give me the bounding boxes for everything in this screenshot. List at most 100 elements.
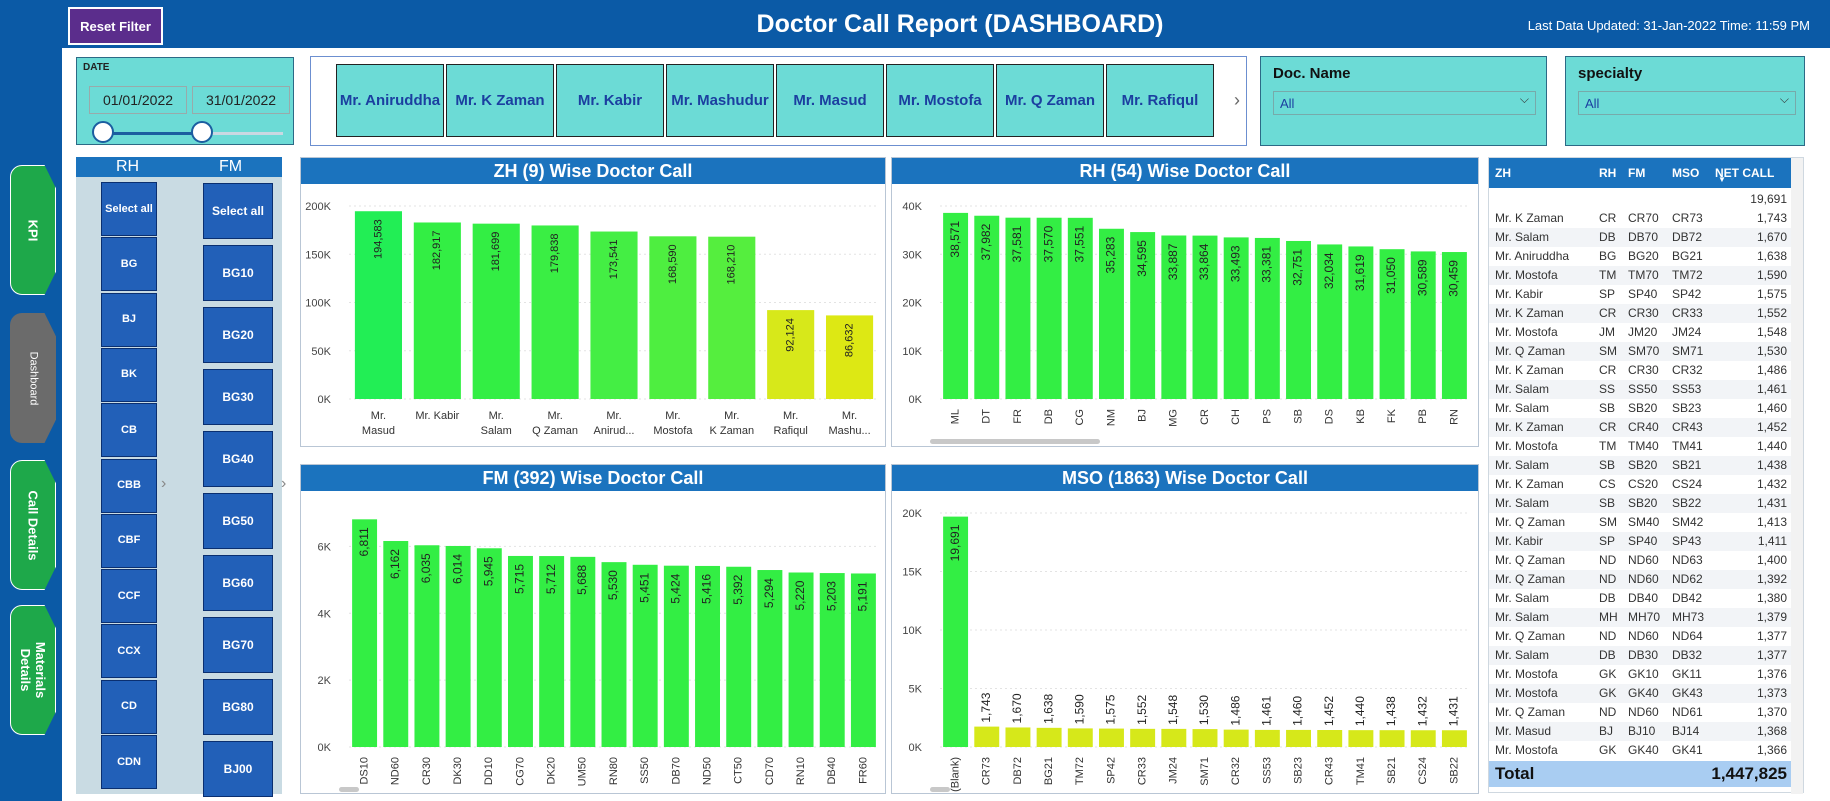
table-row[interactable]: Mr. Mostofa JM JM20 JM24 1,548 bbox=[1489, 323, 1791, 342]
table-row[interactable]: Mr. Mostofa TM TM70 TM72 1,590 bbox=[1489, 266, 1791, 285]
zh-button[interactable]: Mr. Mashudur bbox=[666, 64, 774, 137]
fm-slicer-item[interactable]: Select all bbox=[203, 183, 273, 239]
table-row[interactable]: Mr. Salam DB DB40 DB42 1,380 bbox=[1489, 589, 1791, 608]
nav-tab-materials-details[interactable]: Materials Details bbox=[10, 605, 56, 735]
fm-slicer-item[interactable]: BG30 bbox=[203, 369, 273, 425]
bar[interactable] bbox=[1441, 730, 1467, 747]
table-row[interactable]: Mr. Salam DB DB70 DB72 1,670 bbox=[1489, 228, 1791, 247]
rh-slicer-item[interactable]: BK bbox=[101, 347, 157, 402]
table-row[interactable]: Mr. Q Zaman SM SM40 SM42 1,413 bbox=[1489, 513, 1791, 532]
chart-scrollbar[interactable] bbox=[339, 787, 359, 792]
doc-name-dropdown[interactable]: All ⌵ bbox=[1273, 91, 1536, 115]
bar[interactable] bbox=[1036, 727, 1062, 747]
nav-tab-call-details[interactable]: Call Details bbox=[10, 460, 56, 590]
table-row[interactable]: Mr. Mostofa GK GK40 GK43 1,373 bbox=[1489, 684, 1791, 703]
bar[interactable] bbox=[974, 726, 1000, 747]
rh-slicer-item[interactable]: CDN bbox=[101, 735, 157, 789]
reset-filter-button[interactable]: Reset Filter bbox=[68, 7, 163, 45]
zh-button[interactable]: Mr. Kabir bbox=[556, 64, 664, 137]
fm-slicer-item[interactable]: BG80 bbox=[203, 679, 273, 735]
bar[interactable] bbox=[1130, 728, 1156, 747]
chevron-right-icon[interactable]: › bbox=[161, 475, 166, 493]
table-row[interactable]: Mr. K Zaman CR CR70 CR73 1,743 bbox=[1489, 209, 1791, 228]
nav-tab-dashboard[interactable]: Dashboard bbox=[10, 313, 56, 443]
fm-slicer-item[interactable]: BG50 bbox=[203, 493, 273, 549]
bar[interactable] bbox=[1067, 728, 1093, 747]
fm-slicer-item[interactable]: BG20 bbox=[203, 307, 273, 363]
bar[interactable] bbox=[1161, 728, 1187, 747]
zh-button[interactable]: Mr. Q Zaman bbox=[996, 64, 1104, 137]
fm-slicer-item[interactable]: BG60 bbox=[203, 555, 273, 611]
table-scrollbar[interactable] bbox=[1791, 158, 1803, 794]
date-start-handle[interactable] bbox=[92, 121, 114, 143]
table-row[interactable]: Mr. Masud BJ BJ10 BJ14 1,368 bbox=[1489, 722, 1791, 741]
table-row[interactable]: Mr. Aniruddha BG BG20 BG21 1,638 bbox=[1489, 247, 1791, 266]
table-row[interactable]: Mr. Salam SS SS50 SS53 1,461 bbox=[1489, 380, 1791, 399]
table-row[interactable]: Mr. K Zaman CR CR30 CR33 1,552 bbox=[1489, 304, 1791, 323]
table-row[interactable]: Mr. Mostofa GK GK10 GK11 1,376 bbox=[1489, 665, 1791, 684]
rh-slicer-item[interactable]: CBF bbox=[101, 513, 157, 568]
bar[interactable] bbox=[1379, 730, 1405, 747]
column-header[interactable]: RH bbox=[1599, 166, 1616, 180]
rh-slicer-item[interactable]: CCF bbox=[101, 569, 157, 624]
table-row[interactable]: Mr. K Zaman CS CS20 CS24 1,432 bbox=[1489, 475, 1791, 494]
rh-slicer-item[interactable]: CB bbox=[101, 403, 157, 458]
table-row[interactable]: Mr. Q Zaman ND ND60 ND64 1,377 bbox=[1489, 627, 1791, 646]
chevron-right-icon[interactable]: › bbox=[1234, 90, 1240, 111]
table-row[interactable]: Mr. Kabir SP SP40 SP42 1,575 bbox=[1489, 285, 1791, 304]
rh-slicer-item[interactable]: CCX bbox=[101, 624, 157, 679]
table-row[interactable]: Mr. Mostofa TM TM40 TM41 1,440 bbox=[1489, 437, 1791, 456]
table-row[interactable]: Mr. K Zaman CR CR40 CR43 1,452 bbox=[1489, 418, 1791, 437]
rh-slicer-item[interactable]: BJ bbox=[101, 292, 157, 347]
nav-tab-kpi[interactable]: KPI bbox=[10, 165, 56, 295]
bar[interactable] bbox=[1099, 728, 1124, 747]
bar[interactable] bbox=[1410, 730, 1436, 747]
bar[interactable] bbox=[1254, 729, 1280, 747]
specialty-dropdown[interactable]: All ⌵ bbox=[1578, 91, 1796, 115]
rh-slicer-item[interactable]: CBB bbox=[101, 458, 157, 513]
table-row[interactable]: Mr. Q Zaman SM SM70 SM71 1,530 bbox=[1489, 342, 1791, 361]
table-row[interactable]: Mr. Q Zaman ND ND60 ND61 1,370 bbox=[1489, 703, 1791, 722]
fm-slicer-item[interactable]: BG70 bbox=[203, 617, 273, 673]
fm-slicer-item[interactable]: BG40 bbox=[203, 431, 273, 487]
table-row[interactable]: Mr. Mostofa GK GK40 GK41 1,366 bbox=[1489, 741, 1791, 760]
end-date-input[interactable]: 31/01/2022 bbox=[192, 86, 290, 114]
start-date-input[interactable]: 01/01/2022 bbox=[89, 86, 187, 114]
zh-button[interactable]: Mr. Aniruddha bbox=[336, 64, 444, 137]
chevron-right-icon[interactable]: › bbox=[281, 475, 286, 493]
zh-button[interactable]: Mr. Masud bbox=[776, 64, 884, 137]
rh-slicer-item[interactable]: BG bbox=[101, 237, 157, 292]
bar[interactable] bbox=[1223, 729, 1249, 747]
table-row[interactable]: Mr. Salam SB SB20 SB21 1,438 bbox=[1489, 456, 1791, 475]
table-row[interactable]: Mr. Salam DB DB30 DB32 1,377 bbox=[1489, 646, 1791, 665]
table-row[interactable]: Mr. Q Zaman ND ND60 ND62 1,392 bbox=[1489, 570, 1791, 589]
table-row[interactable]: Mr. Salam MH MH70 MH73 1,379 bbox=[1489, 608, 1791, 627]
zh-button[interactable]: Mr. Rafiqul bbox=[1106, 64, 1214, 137]
sort-desc-icon[interactable]: ▼ bbox=[1718, 175, 1726, 184]
bar[interactable] bbox=[1192, 729, 1218, 747]
chart-scrollbar[interactable] bbox=[930, 787, 950, 792]
bar[interactable] bbox=[1286, 729, 1311, 747]
rh-slicer-item[interactable]: Select all bbox=[101, 182, 157, 236]
bar[interactable] bbox=[1348, 730, 1374, 747]
bar[interactable] bbox=[1317, 730, 1343, 747]
column-header[interactable]: MSO bbox=[1672, 166, 1699, 180]
zh-button[interactable]: Mr. K Zaman bbox=[446, 64, 554, 137]
bar[interactable] bbox=[1005, 727, 1031, 747]
fm-slicer-item[interactable]: BJ00 bbox=[203, 741, 273, 797]
table-row-blank[interactable]: 19,691 bbox=[1489, 190, 1791, 209]
zh-button[interactable]: Mr. Mostofa bbox=[886, 64, 994, 137]
table-cell: Mr. K Zaman bbox=[1495, 306, 1564, 320]
table-row[interactable]: Mr. Salam SB SB20 SB23 1,460 bbox=[1489, 399, 1791, 418]
column-header[interactable]: FM bbox=[1628, 166, 1645, 180]
table-cell: 1,452 bbox=[1756, 420, 1787, 434]
column-header[interactable]: ZH bbox=[1495, 166, 1511, 180]
table-row[interactable]: Mr. Kabir SP SP40 SP43 1,411 bbox=[1489, 532, 1791, 551]
table-row[interactable]: Mr. Q Zaman ND ND60 ND63 1,400 bbox=[1489, 551, 1791, 570]
date-end-handle[interactable] bbox=[191, 121, 213, 143]
table-row[interactable]: Mr. K Zaman CR CR30 CR32 1,486 bbox=[1489, 361, 1791, 380]
chart-scrollbar[interactable] bbox=[930, 439, 1100, 444]
table-row[interactable]: Mr. Salam SB SB20 SB22 1,431 bbox=[1489, 494, 1791, 513]
rh-slicer-item[interactable]: CD bbox=[101, 679, 157, 734]
fm-slicer-item[interactable]: BG10 bbox=[203, 245, 273, 301]
